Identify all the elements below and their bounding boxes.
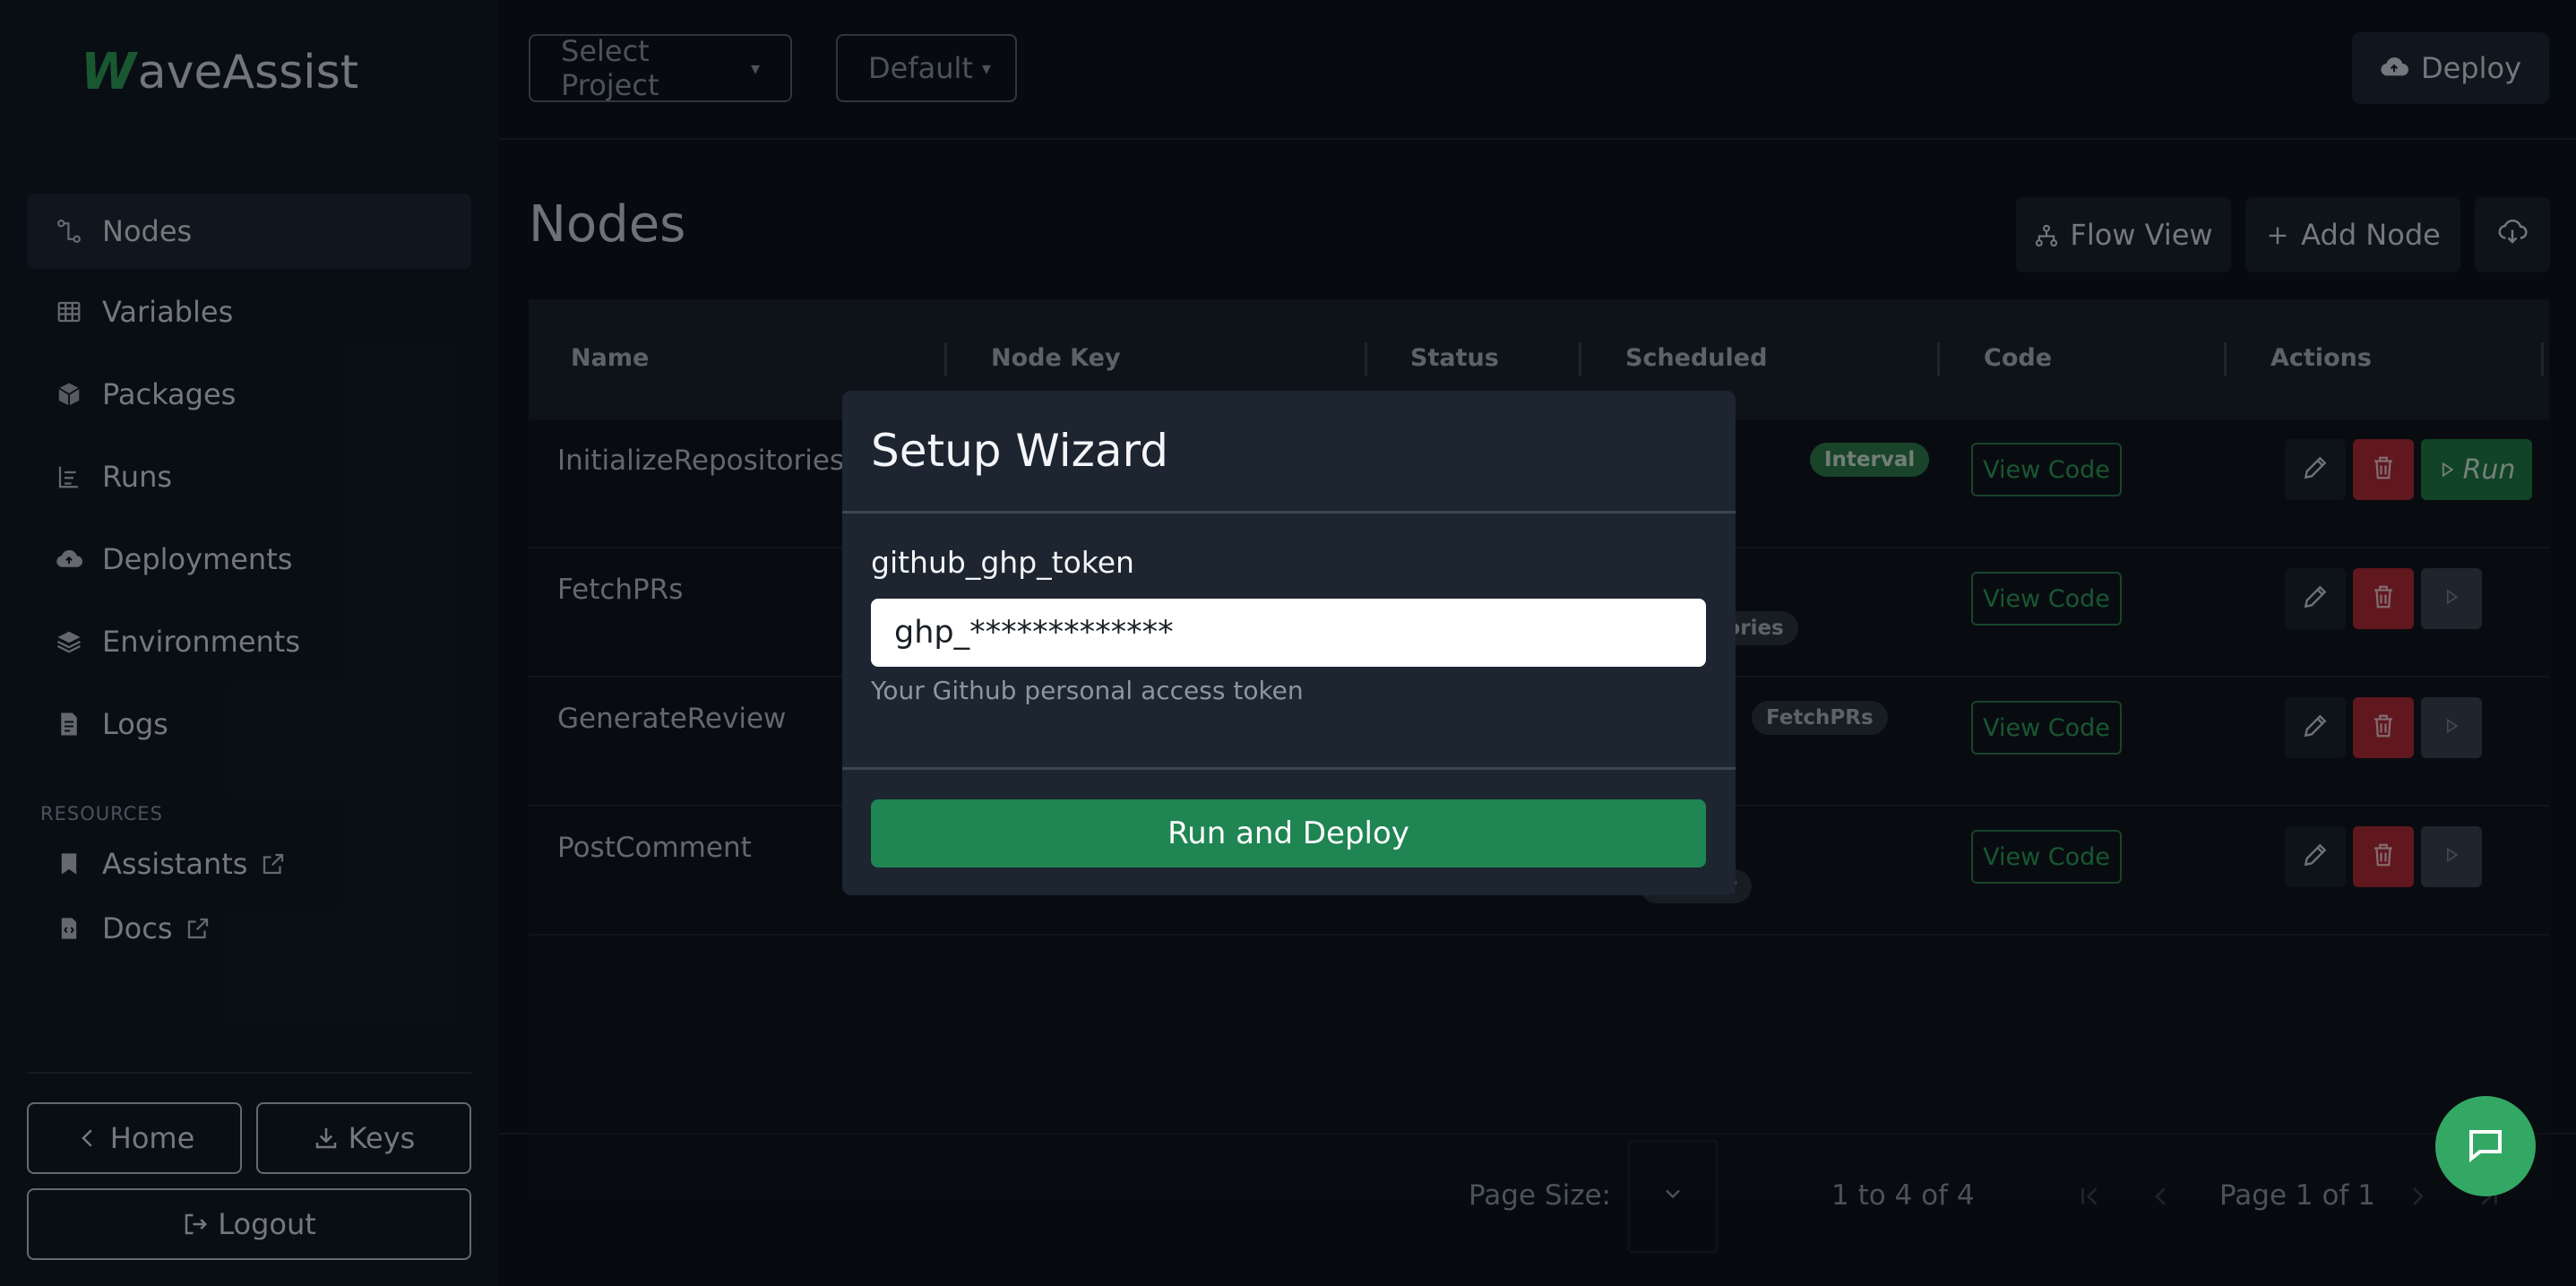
chat-button[interactable] xyxy=(2435,1096,2536,1196)
modal-footer-divider xyxy=(842,767,1736,770)
modal-title: Setup Wizard xyxy=(871,425,1168,477)
run-and-deploy-button[interactable]: Run and Deploy xyxy=(871,799,1706,867)
token-field-label: github_ghp_token xyxy=(871,545,1134,580)
chat-bubble-icon xyxy=(2464,1123,2507,1169)
modal-header-divider xyxy=(842,511,1736,514)
token-help-text: Your Github personal access token xyxy=(871,676,1304,705)
setup-wizard-modal: Setup Wizard github_ghp_token ghp_******… xyxy=(842,391,1736,895)
github-token-input[interactable]: ghp_************* xyxy=(871,599,1706,667)
